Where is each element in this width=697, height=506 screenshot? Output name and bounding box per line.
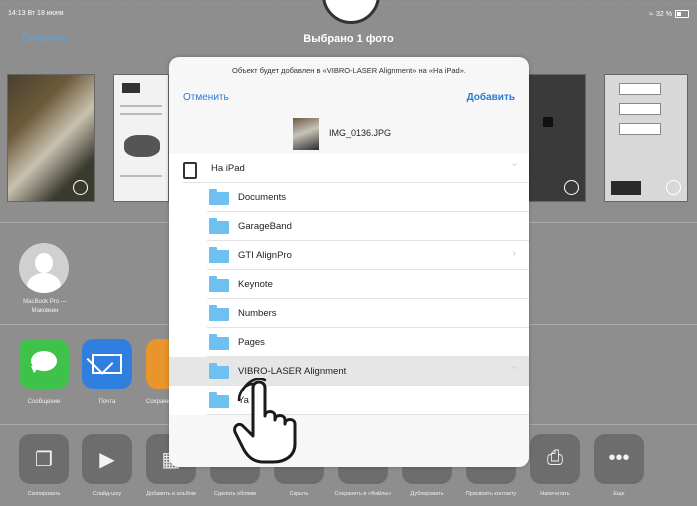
action-label: Присвоить контакту [465, 491, 517, 497]
text-line [120, 105, 162, 107]
folder-icon [209, 247, 229, 263]
folder-icon [209, 392, 229, 408]
file-thumbnail [293, 118, 319, 150]
action-label: Напечатать [540, 491, 570, 497]
selection-circle-icon[interactable] [73, 180, 88, 195]
folder-row[interactable]: GarageBand [169, 212, 529, 241]
action-label: Дублировать [410, 491, 444, 497]
folder-row[interactable]: Keynote [169, 270, 529, 299]
app-label-mail: Почта [98, 399, 116, 405]
battery-icon [675, 10, 689, 18]
ipad-icon [183, 162, 197, 179]
action-label: Сделать обоями [213, 491, 257, 497]
messages-app-button[interactable] [19, 339, 69, 389]
airdrop-device-label: MacBook Pro — Маковкин [23, 299, 67, 314]
copy-action-button[interactable]: ❐ [19, 434, 69, 484]
chevron-down-icon[interactable]: › [509, 366, 520, 369]
app-label-messages: Сообщение [27, 399, 61, 405]
person-body-icon [27, 273, 61, 293]
selection-circle-icon[interactable] [666, 180, 681, 195]
chevron-right-icon[interactable]: › [513, 248, 516, 259]
action-label: Сохранить в «Файлы» [334, 491, 392, 497]
measurement-row [619, 123, 661, 135]
folder-row[interactable]: Documents [169, 183, 529, 212]
machine-image [124, 135, 160, 157]
app-label-files: Сохранить в «Ф... [146, 399, 170, 405]
top-circle-marker [322, 0, 380, 24]
mail-app-button[interactable] [82, 339, 132, 389]
text-line [120, 175, 162, 177]
chevron-down-icon: › [508, 162, 520, 167]
photo-thumbnail[interactable] [7, 74, 95, 202]
file-name: IMG_0136.JPG [329, 128, 392, 138]
photo-thumbnail[interactable] [528, 74, 586, 202]
play-icon: ▶ [99, 449, 115, 471]
action-label: Скопировать [27, 491, 61, 497]
dialog-message: Объект будет добавлен в «VIBRO-LASER Ali… [232, 66, 466, 75]
action-label: Добавить в альбом [146, 491, 196, 497]
print-icon: ⎙ [547, 447, 563, 469]
save-to-files-app-button[interactable] [146, 339, 170, 389]
slideshow-action-button[interactable]: ▶ [82, 434, 132, 484]
folder-row-selected[interactable]: VIBRO-LASER Alignment › [169, 357, 529, 386]
status-right: ≈ 32 % [649, 10, 689, 18]
location-label: На iPad [211, 163, 245, 174]
battery-percent: 32 % [656, 10, 672, 18]
folder-row[interactable]: Numbers [169, 299, 529, 328]
measurement-row [619, 103, 661, 115]
folder-label: Documents [238, 192, 287, 203]
folder-label: GarageBand [238, 221, 292, 232]
action-label: Слайд-шоу [92, 491, 122, 497]
more-action-button[interactable]: ••• [594, 434, 644, 484]
photo-thumbnail[interactable] [113, 74, 169, 202]
action-label: Еще [613, 491, 625, 497]
folder-label: Keynote [238, 279, 273, 290]
dialog-cancel-button[interactable]: Отменить [183, 92, 229, 103]
folder-icon [209, 334, 229, 350]
tap-hand-icon [233, 378, 297, 464]
home-nav-icon [611, 181, 641, 195]
logo-image [122, 83, 140, 93]
folder-label: Pages [238, 337, 265, 348]
folder-icon [209, 276, 229, 292]
photo-thumbnail[interactable] [604, 74, 688, 202]
folder-row[interactable]: GTI AlignPro › [169, 241, 529, 270]
measurement-row [619, 83, 661, 95]
share-title: Выбрано 1 фото [303, 33, 394, 45]
person-head-icon [35, 253, 53, 273]
save-to-files-dialog: Объект будет добавлен в «VIBRO-LASER Ali… [169, 57, 529, 467]
folder-label: GTI AlignPro [238, 250, 292, 261]
photo-detail-icon [543, 117, 553, 127]
print-action-button[interactable]: ⎙ [530, 434, 580, 484]
more-icon: ••• [608, 447, 630, 469]
folder-icon [209, 363, 229, 379]
folder-icon [209, 305, 229, 321]
airdrop-avatar[interactable] [19, 243, 69, 293]
folder-row[interactable]: Ya [169, 386, 529, 415]
folder-row[interactable]: Pages [169, 328, 529, 357]
folder-icon [209, 189, 229, 205]
status-time-date: 14:13 Вт 18 июня [8, 10, 64, 17]
location-row-ipad[interactable]: На iPad › [169, 154, 529, 183]
folder-label: VIBRO-LASER Alignment [238, 366, 347, 377]
action-label: Скрыть [289, 491, 309, 497]
folder-icon [209, 218, 229, 234]
copy-icon: ❐ [35, 449, 53, 471]
wifi-icon: ≈ [649, 10, 654, 18]
folder-label: Numbers [238, 308, 277, 319]
dialog-add-button[interactable]: Добавить [467, 92, 515, 103]
text-line [120, 113, 162, 115]
selection-circle-icon[interactable] [564, 180, 579, 195]
mail-icon [92, 354, 122, 374]
share-sheet-screen: 14:13 Вт 18 июня ≈ 32 % Отменить Выбрано… [0, 0, 697, 506]
messages-tail [31, 366, 40, 373]
